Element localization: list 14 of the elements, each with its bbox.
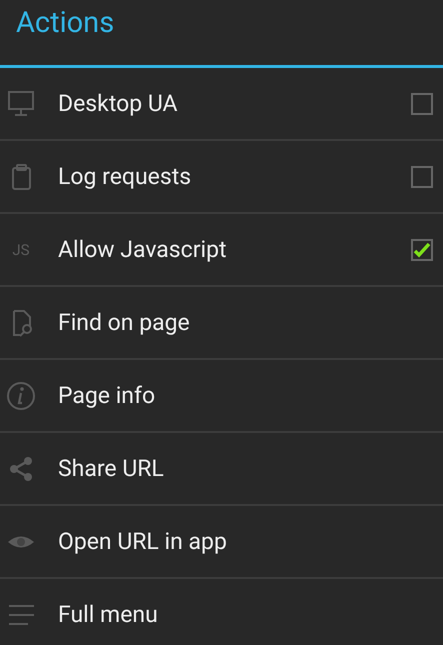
menu-item[interactable]: Share URL: [58, 455, 443, 482]
monitor-icon: [6, 88, 36, 118]
menu-item[interactable]: Desktop UA: [58, 90, 411, 117]
menu-item[interactable]: Log requests: [58, 163, 411, 190]
info-icon: [6, 380, 36, 410]
menu-item[interactable]: Full menu: [58, 601, 443, 628]
menu-item[interactable]: Find on page: [58, 309, 443, 336]
menu-item[interactable]: Open URL in app: [58, 528, 443, 555]
checkbox[interactable]: [411, 238, 433, 260]
checkbox[interactable]: [411, 166, 433, 188]
menu-item[interactable]: Allow Javascript: [58, 236, 411, 263]
checkbox[interactable]: [411, 92, 433, 114]
menu-item[interactable]: Page info: [58, 382, 443, 409]
panel-title: Actions: [16, 6, 114, 40]
